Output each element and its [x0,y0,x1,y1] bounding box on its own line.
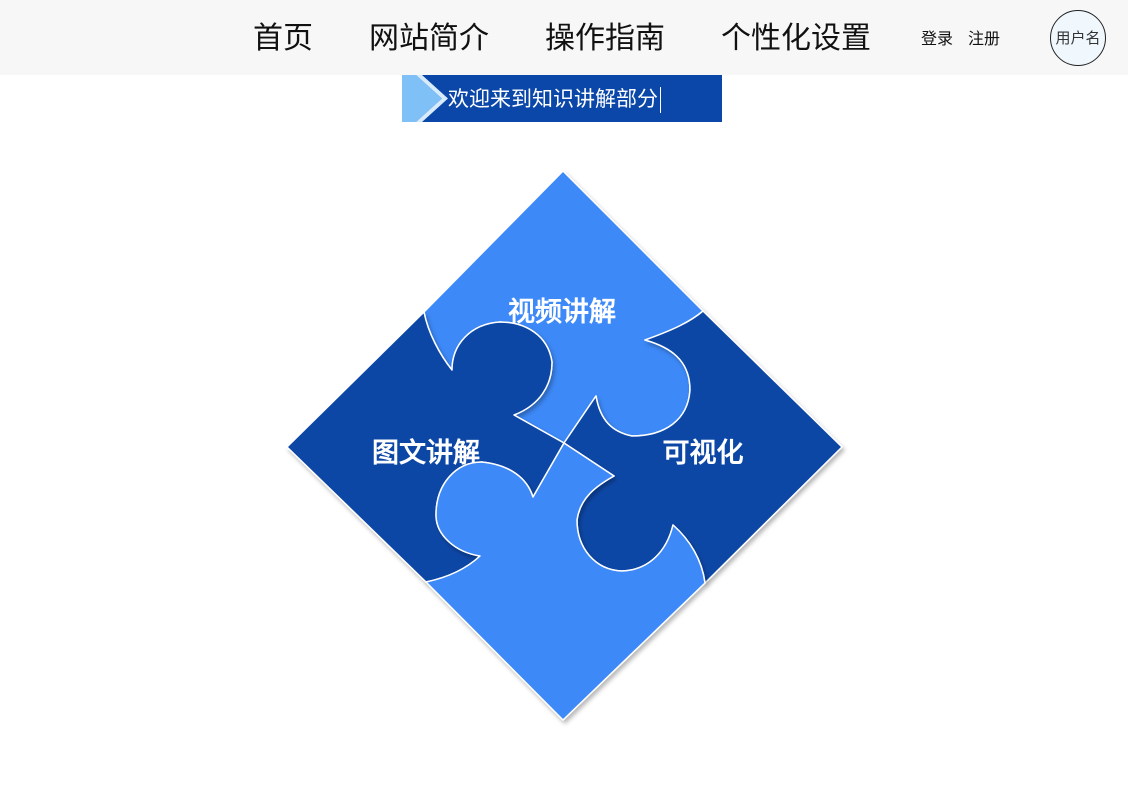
puzzle-label-visualization: 可视化 [663,438,744,469]
puzzle-label-graphic-text: 图文讲解 [372,437,480,469]
puzzle-label-video: 视频讲解 [508,297,616,328]
knowledge-puzzle: 视频讲解 可视化 图文讲解 [286,170,843,721]
